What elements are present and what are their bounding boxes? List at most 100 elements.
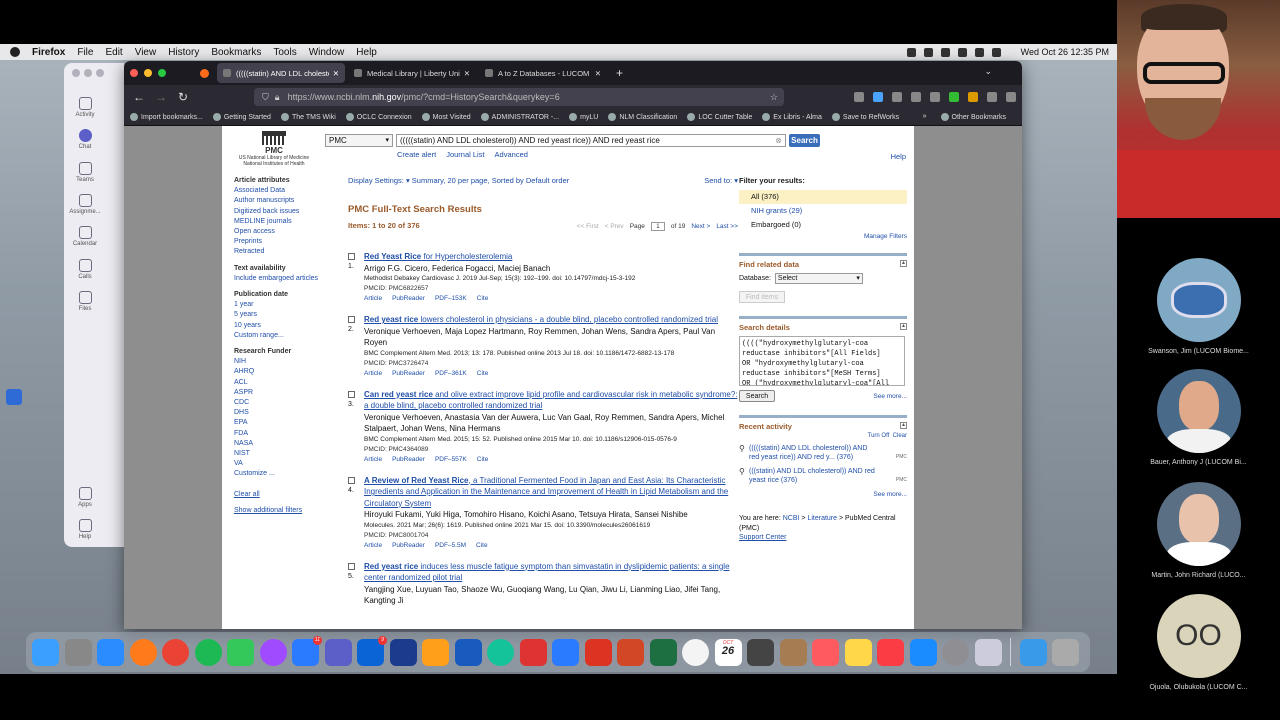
article-link[interactable]: Article bbox=[364, 455, 382, 465]
filter-link[interactable]: Open access bbox=[234, 227, 334, 237]
recent-activity-item[interactable]: ⚲ (((statin) AND LDL cholesterol)) AND re… bbox=[739, 467, 907, 485]
filter-link[interactable]: Digitized back issues bbox=[234, 207, 334, 217]
find-items-button[interactable]: Find items bbox=[739, 291, 785, 303]
result-checkbox[interactable] bbox=[348, 562, 355, 570]
clear-link[interactable]: Clear bbox=[893, 433, 907, 439]
battery-icon[interactable] bbox=[974, 47, 984, 57]
excel-icon[interactable] bbox=[649, 638, 677, 666]
downloads-folder-icon[interactable] bbox=[1019, 638, 1047, 666]
menu-bookmarks[interactable]: Bookmarks bbox=[211, 47, 261, 58]
bookmark-item[interactable]: myLU bbox=[569, 113, 598, 121]
other-bookmarks[interactable]: Other Bookmarks bbox=[940, 113, 1006, 121]
cite-link[interactable]: Cite bbox=[477, 294, 489, 304]
teams-nav-calls[interactable]: Calls bbox=[68, 259, 102, 280]
filter-link[interactable]: NASA bbox=[234, 439, 334, 449]
bookmark-item[interactable]: The TMS Wiki bbox=[280, 113, 336, 121]
filter-link[interactable]: Include embargoed articles bbox=[234, 274, 334, 284]
search-details-button[interactable]: Search bbox=[739, 390, 775, 402]
turn-off-link[interactable]: Turn Off bbox=[868, 433, 890, 439]
result-title-link[interactable]: Red yeast rice lowers cholesterol in phy… bbox=[364, 314, 738, 326]
notes-icon[interactable] bbox=[844, 638, 872, 666]
menu-window[interactable]: Window bbox=[309, 47, 345, 58]
launchpad-icon[interactable] bbox=[64, 638, 92, 666]
article-link[interactable]: Article bbox=[364, 541, 382, 551]
filter-all[interactable]: All (376) bbox=[739, 190, 907, 204]
help-link[interactable]: Help bbox=[891, 152, 906, 161]
firefox-view-icon[interactable] bbox=[200, 68, 209, 78]
new-tab-icon[interactable]: + bbox=[616, 66, 623, 80]
tab-a-to-z-databases[interactable]: A to Z Databases - LUCOM Libr✕ bbox=[479, 63, 607, 83]
outlook-icon[interactable]: 9 bbox=[357, 635, 387, 666]
collapse-icon[interactable]: ▴ bbox=[900, 323, 907, 330]
extension-icon[interactable] bbox=[892, 92, 902, 102]
last-page-link[interactable]: Last >> bbox=[716, 223, 738, 230]
pubreader-link[interactable]: PubReader bbox=[392, 455, 425, 465]
cite-link[interactable]: Cite bbox=[477, 455, 489, 465]
wifi-icon[interactable] bbox=[957, 47, 967, 57]
search-icon[interactable] bbox=[991, 47, 1001, 57]
photos-icon[interactable] bbox=[682, 638, 709, 666]
result-title-link[interactable]: A Review of Red Yeast Rice, a Traditiona… bbox=[364, 475, 738, 510]
filter-link[interactable]: Customize ... bbox=[234, 469, 334, 479]
collapse-icon[interactable]: ▴ bbox=[900, 260, 907, 267]
result-title-link[interactable]: Red Yeast Rice for Hypercholesterolemia bbox=[364, 251, 738, 263]
menu-help[interactable]: Help bbox=[356, 47, 377, 58]
filter-link[interactable]: 10 years bbox=[234, 321, 334, 331]
shield-icon[interactable]: ⛉ bbox=[262, 92, 269, 103]
pdf-link[interactable]: PDF–557K bbox=[435, 455, 467, 465]
extension-icon[interactable] bbox=[987, 92, 997, 102]
close-tab-icon[interactable]: ✕ bbox=[464, 69, 470, 78]
participant-tile[interactable]: Martin, John Richard (LUCO... bbox=[1117, 482, 1280, 579]
finder-icon[interactable] bbox=[32, 638, 59, 666]
keynote-icon[interactable] bbox=[552, 638, 579, 666]
zoom-window-icon[interactable] bbox=[158, 69, 166, 77]
cite-link[interactable]: Cite bbox=[476, 541, 488, 551]
calculator-icon[interactable] bbox=[747, 638, 774, 666]
extension-icon[interactable] bbox=[911, 92, 921, 102]
participant-tile[interactable]: OO Ojuola, Olubukola (LUCOM C... bbox=[1117, 594, 1280, 691]
pubreader-link[interactable]: PubReader bbox=[392, 541, 425, 551]
firefox-icon[interactable] bbox=[129, 638, 157, 666]
bookmark-item[interactable]: LOC Cutter Table bbox=[687, 113, 752, 121]
powerpoint-icon[interactable] bbox=[617, 638, 644, 666]
pmc-logo[interactable]: PMC US National Library of Medicine Nati… bbox=[234, 131, 314, 167]
zoom-icon[interactable] bbox=[96, 69, 104, 77]
pocket-icon[interactable] bbox=[854, 92, 864, 102]
bookmark-item[interactable]: Most Visited bbox=[421, 113, 471, 121]
send-to-link[interactable]: Send to: ▾ bbox=[704, 176, 738, 185]
result-checkbox[interactable] bbox=[348, 390, 355, 398]
close-tab-icon[interactable]: ✕ bbox=[333, 69, 339, 78]
menu-tools[interactable]: Tools bbox=[273, 47, 296, 58]
display-settings-link[interactable]: Display Settings: ▾ bbox=[348, 176, 412, 185]
close-icon[interactable] bbox=[72, 69, 80, 77]
crumb-literature[interactable]: Literature bbox=[807, 515, 837, 522]
pdf-link[interactable]: PDF–5.5M bbox=[435, 541, 466, 551]
menu-file[interactable]: File bbox=[77, 47, 93, 58]
support-center-link[interactable]: Support Center bbox=[739, 534, 786, 541]
teams-nav-files[interactable]: Files bbox=[68, 291, 102, 312]
filter-link[interactable]: Preprints bbox=[234, 237, 334, 247]
minimize-icon[interactable] bbox=[84, 69, 92, 77]
system-preferences-icon[interactable] bbox=[942, 638, 969, 666]
clear-icon[interactable]: ⊗ bbox=[775, 135, 782, 146]
filter-link[interactable]: 1 year bbox=[234, 300, 334, 310]
pubreader-link[interactable]: PubReader bbox=[392, 369, 425, 379]
show-additional-filters-link[interactable]: Show additional filters bbox=[234, 506, 334, 516]
filter-link[interactable]: Author manuscripts bbox=[234, 196, 334, 206]
search-button[interactable]: Search bbox=[789, 134, 820, 147]
create-alert-link[interactable]: Create alert bbox=[397, 150, 436, 159]
clear-all-link[interactable]: Clear all bbox=[234, 490, 334, 500]
bluetooth-icon[interactable] bbox=[940, 47, 950, 57]
see-more-link[interactable]: See more... bbox=[739, 491, 907, 498]
filter-link[interactable]: FDA bbox=[234, 429, 334, 439]
menu-history[interactable]: History bbox=[168, 47, 199, 58]
status-icon[interactable] bbox=[906, 47, 916, 57]
filter-link[interactable]: AHRQ bbox=[234, 367, 334, 377]
chevron-right-icon[interactable]: » bbox=[923, 113, 927, 121]
filter-link[interactable]: VA bbox=[234, 459, 334, 469]
filter-link[interactable]: DHS bbox=[234, 408, 334, 418]
menu-edit[interactable]: Edit bbox=[105, 47, 122, 58]
tab-pmc-search[interactable]: (((((statin) AND LDL cholesterol✕ bbox=[217, 63, 345, 83]
result-checkbox[interactable] bbox=[348, 316, 355, 323]
pencil-app-icon[interactable] bbox=[422, 638, 449, 666]
